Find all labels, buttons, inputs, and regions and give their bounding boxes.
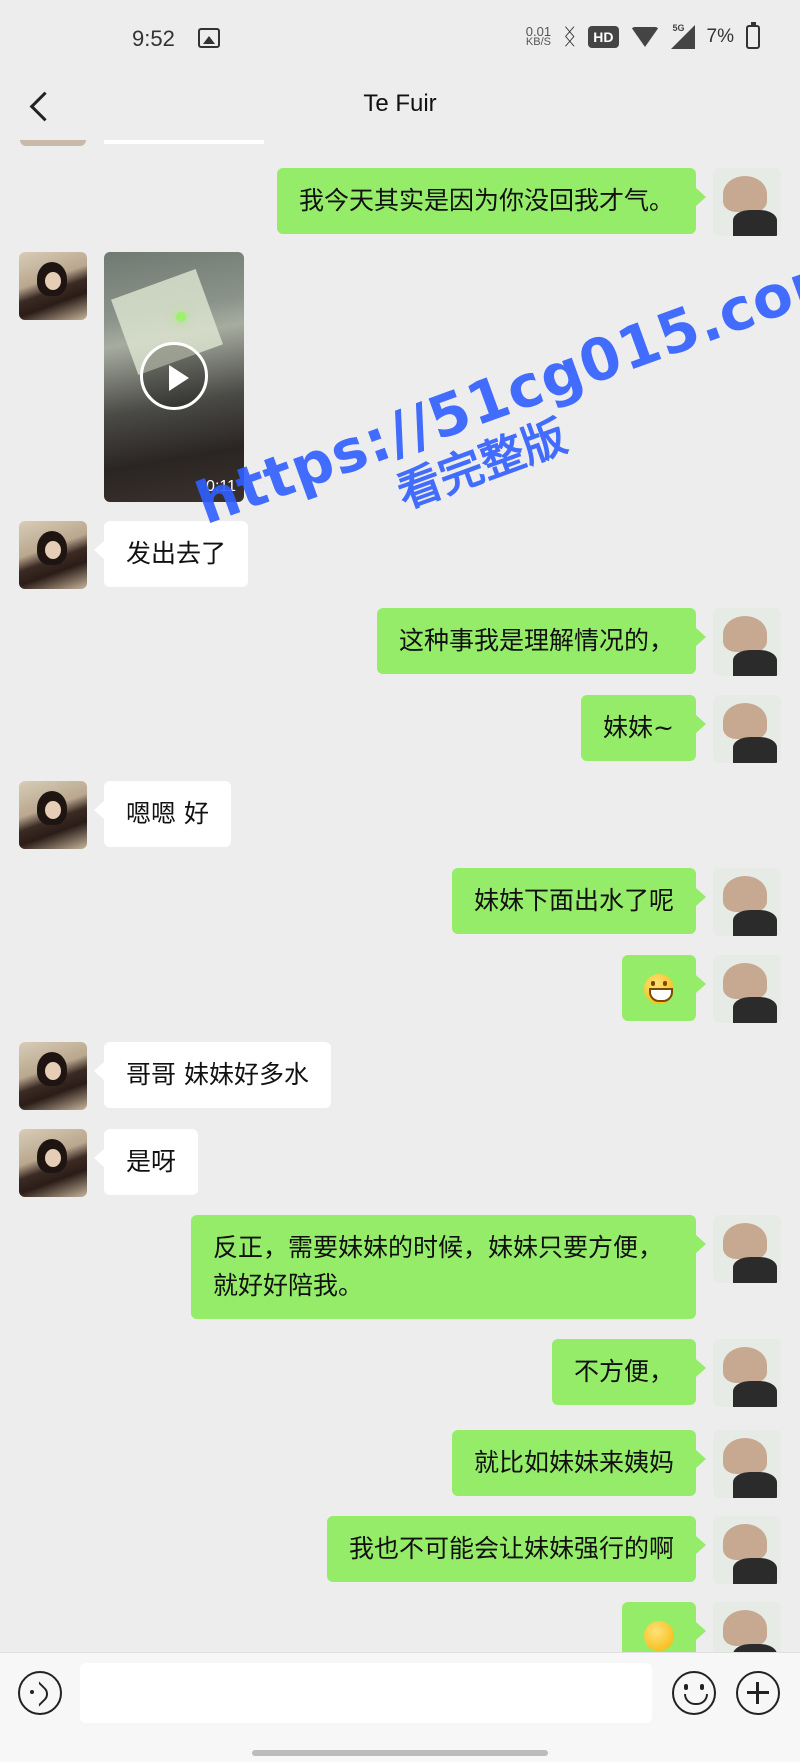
incoming-message[interactable]: 哥哥 妹妹好多水 — [94, 1042, 331, 1108]
hd-badge: HD — [588, 26, 619, 48]
network-speed-unit: KB/S — [525, 36, 551, 48]
outgoing-message[interactable]: 妹妹~ — [581, 695, 706, 761]
incoming-message[interactable]: 是呀 — [93, 1129, 199, 1195]
my-avatar[interactable] — [713, 1430, 781, 1498]
status-time: 9:52 — [132, 26, 175, 51]
home-indicator[interactable] — [252, 1750, 548, 1756]
video-thumbnail-light — [176, 312, 186, 322]
emoji-icon[interactable] — [672, 1671, 716, 1715]
my-avatar[interactable] — [713, 1516, 781, 1584]
my-avatar[interactable] — [713, 1215, 781, 1283]
contact-avatar[interactable] — [19, 252, 87, 320]
my-avatar[interactable] — [713, 608, 781, 676]
contact-avatar[interactable] — [19, 781, 87, 849]
incoming-message[interactable]: 发出去了 — [93, 521, 249, 587]
outgoing-message[interactable]: 就比如妹妹来姨妈 — [451, 1430, 707, 1496]
gallery-icon — [198, 28, 220, 48]
outgoing-message[interactable]: 这种事我是理解情况的， — [376, 608, 707, 674]
my-avatar[interactable] — [713, 695, 781, 763]
laugh-emoji-icon — [644, 1621, 674, 1651]
input-bar — [0, 1652, 800, 1762]
outgoing-message[interactable]: 不方便， — [551, 1339, 707, 1405]
incoming-message[interactable]: 嗯嗯 好 — [94, 781, 231, 847]
message-input[interactable] — [80, 1663, 652, 1723]
grin-emoji-icon — [644, 974, 674, 1004]
contact-avatar[interactable] — [19, 1129, 87, 1197]
video-message[interactable]: 0:11 — [104, 252, 244, 502]
chat-header: Te Fuir — [0, 72, 800, 140]
my-avatar[interactable] — [713, 168, 781, 236]
contact-avatar[interactable] — [19, 1042, 87, 1110]
message-list[interactable]: 我今天其实是因为你没回我才气。 0:11 发出去了 这种事我是理解情况的， 妹妹… — [0, 140, 800, 1670]
outgoing-message[interactable]: 妹妹下面出水了呢 — [451, 868, 707, 934]
more-plus-icon[interactable] — [736, 1671, 780, 1715]
bluetooth-icon: ᛝ — [563, 24, 577, 49]
network-type: 5G — [672, 23, 685, 33]
my-avatar[interactable] — [713, 955, 781, 1023]
status-icons: 0.01 KB/S ᛝ HD 5G 7% — [526, 22, 760, 52]
battery-icon — [746, 22, 760, 49]
my-avatar[interactable] — [713, 1339, 781, 1407]
previous-bubble-edge — [104, 140, 264, 144]
play-icon[interactable] — [140, 342, 208, 410]
contact-avatar[interactable] — [19, 521, 87, 589]
outgoing-message[interactable]: 我也不可能会让妹妹强行的啊 — [326, 1516, 707, 1582]
chat-title: Te Fuir — [363, 90, 437, 117]
my-avatar[interactable] — [713, 868, 781, 936]
battery-percent: 7% — [706, 26, 734, 47]
outgoing-message[interactable]: 反正，需要妹妹的时候，妹妹只要方便，就好好陪我。 — [191, 1215, 706, 1319]
wifi-icon — [630, 27, 659, 47]
status-bar: 9:52 0.01 KB/S ᛝ HD 5G 7% — [0, 0, 800, 72]
voice-input-icon[interactable] — [18, 1671, 62, 1715]
previous-avatar-edge — [20, 140, 86, 146]
network-speed: 0.01 KB/S — [525, 25, 551, 48]
outgoing-emoji-message[interactable] — [622, 955, 706, 1021]
signal-icon: 5G — [670, 23, 695, 49]
outgoing-message[interactable]: 我今天其实是因为你没回我才气。 — [276, 168, 707, 234]
video-duration: 0:11 — [206, 478, 236, 495]
